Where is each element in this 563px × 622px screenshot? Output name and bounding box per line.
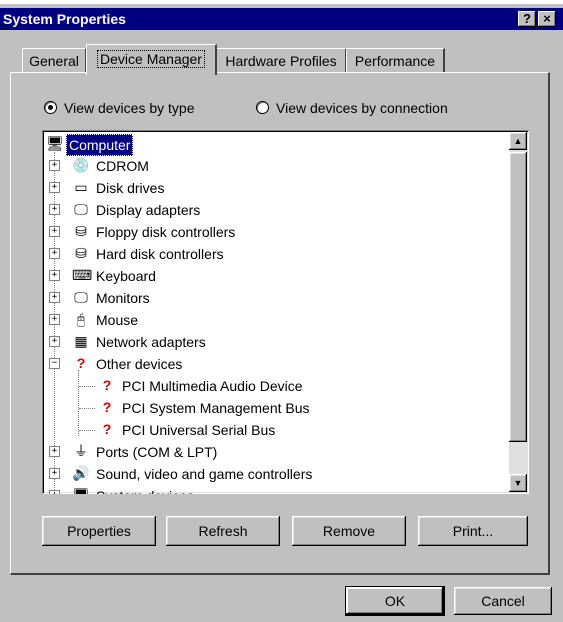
unknown-device-icon: ? bbox=[102, 399, 112, 415]
unknown-device-icon: ? bbox=[102, 377, 112, 393]
cdrom-icon: 💿 bbox=[72, 157, 90, 173]
tree-item-label: System devices bbox=[94, 486, 196, 494]
tab-device-manager[interactable]: Device Manager bbox=[86, 44, 217, 75]
tree-item-pci-usb[interactable]: ? PCI Universal Serial Bus bbox=[42, 419, 502, 441]
vertical-scrollbar[interactable]: ▲ ▼ bbox=[509, 132, 527, 492]
hard-disk-controller-icon: ⛁ bbox=[75, 245, 87, 261]
radio-selected-icon bbox=[44, 101, 57, 114]
expand-icon[interactable]: + bbox=[49, 204, 60, 215]
tree-item-label: Hard disk controllers bbox=[96, 246, 224, 262]
help-button[interactable]: ? bbox=[518, 11, 536, 27]
tab-hardware-profiles[interactable]: Hardware Profiles bbox=[216, 48, 347, 73]
tree-item-disk-drives[interactable]: + ▭ Disk drives bbox=[42, 177, 502, 199]
properties-button[interactable]: Properties bbox=[42, 516, 156, 546]
window-title: System Properties bbox=[3, 11, 126, 27]
scroll-thumb[interactable] bbox=[509, 152, 527, 442]
tree-item-label: Network adapters bbox=[96, 334, 206, 350]
floppy-controller-icon: ⛁ bbox=[75, 223, 87, 239]
tree-item-monitors[interactable]: + 🖵 Monitors bbox=[42, 287, 502, 309]
tree-item-label: Display adapters bbox=[96, 202, 201, 218]
tree-item-label: Floppy disk controllers bbox=[96, 224, 236, 240]
tree-connector bbox=[79, 408, 95, 409]
tree-item-label: Mouse bbox=[96, 312, 139, 328]
system-device-icon: 🖥 bbox=[72, 486, 90, 494]
tree-item-label: Sound, video and game controllers bbox=[96, 466, 313, 482]
print-button[interactable]: Print... bbox=[418, 516, 528, 546]
tree-item-display-adapters[interactable]: + 🖵 Display adapters bbox=[42, 199, 502, 221]
tree-connector bbox=[79, 386, 95, 387]
tree-item-label: PCI Multimedia Audio Device bbox=[122, 378, 303, 394]
tree-item-floppy[interactable]: + ⛁ Floppy disk controllers bbox=[42, 221, 502, 243]
unknown-device-icon: ? bbox=[76, 355, 86, 371]
tree-item-label: Monitors bbox=[96, 290, 150, 306]
tree-root-computer[interactable]: 🖥 Computer bbox=[42, 133, 502, 156]
network-adapter-icon: ▦ bbox=[74, 333, 88, 349]
tree-item-ports[interactable]: + ⏚ Ports (COM & LPT) bbox=[42, 441, 502, 463]
cancel-button[interactable]: Cancel bbox=[454, 587, 552, 615]
view-by-connection-label: View devices by connection bbox=[276, 100, 448, 116]
expand-icon[interactable]: + bbox=[49, 270, 60, 281]
view-by-type-label: View devices by type bbox=[64, 100, 195, 116]
tree-root-label: Computer bbox=[66, 134, 134, 156]
expand-icon[interactable]: + bbox=[49, 226, 60, 237]
tree-item-label: Keyboard bbox=[96, 268, 156, 284]
scroll-up-arrow-icon[interactable]: ▲ bbox=[509, 132, 527, 150]
expand-icon[interactable]: + bbox=[49, 490, 60, 494]
tree-item-pci-audio[interactable]: ? PCI Multimedia Audio Device bbox=[42, 375, 502, 397]
device-tree[interactable]: 🖥 Computer + 💿 CDROM + ▭ Disk drives + 🖵… bbox=[42, 130, 529, 494]
expand-icon[interactable]: + bbox=[49, 160, 60, 171]
sound-icon: 🔊 bbox=[72, 465, 90, 481]
tree-item-keyboard[interactable]: + ⌨ Keyboard bbox=[42, 265, 502, 287]
expand-icon[interactable]: + bbox=[49, 182, 60, 193]
ok-button[interactable]: OK bbox=[346, 587, 444, 615]
port-icon: ⏚ bbox=[74, 443, 88, 459]
display-icon: 🖵 bbox=[74, 201, 88, 217]
keyboard-icon: ⌨ bbox=[72, 267, 93, 283]
tree-item-mouse[interactable]: + 🖰 Mouse bbox=[42, 309, 502, 331]
tree-item-label: Ports (COM & LPT) bbox=[96, 444, 218, 460]
expand-icon[interactable]: + bbox=[49, 314, 60, 325]
tree-item-pci-smbus[interactable]: ? PCI System Management Bus bbox=[42, 397, 502, 419]
mouse-icon: 🖰 bbox=[76, 311, 86, 327]
tree-item-sound[interactable]: + 🔊 Sound, video and game controllers bbox=[42, 463, 502, 485]
tree-item-label: Other devices bbox=[96, 356, 183, 372]
tab-device-manager-label: Device Manager bbox=[97, 50, 205, 68]
title-bar[interactable]: System Properties ? × bbox=[0, 8, 563, 30]
tree-connector bbox=[79, 430, 95, 431]
computer-icon: 🖥 bbox=[46, 135, 64, 151]
close-button[interactable]: × bbox=[538, 11, 556, 27]
tree-item-other-devices[interactable]: − ? Other devices bbox=[42, 353, 502, 375]
tab-general[interactable]: General bbox=[22, 48, 87, 73]
disk-drive-icon: ▭ bbox=[74, 179, 88, 195]
expand-icon[interactable]: + bbox=[49, 292, 60, 303]
remove-button[interactable]: Remove bbox=[292, 516, 406, 546]
expand-icon[interactable]: + bbox=[49, 446, 60, 457]
tree-item-system-devices[interactable]: + 🖥 System devices bbox=[42, 485, 502, 494]
expand-icon[interactable]: + bbox=[49, 468, 60, 479]
refresh-button[interactable]: Refresh bbox=[166, 516, 280, 546]
monitor-icon: 🖵 bbox=[74, 289, 88, 305]
tree-item-label: PCI System Management Bus bbox=[122, 400, 310, 416]
tab-performance[interactable]: Performance bbox=[346, 48, 445, 73]
collapse-icon[interactable]: − bbox=[49, 358, 60, 369]
expand-icon[interactable]: + bbox=[49, 248, 60, 259]
scroll-down-arrow-icon[interactable]: ▼ bbox=[509, 474, 527, 492]
expand-icon[interactable]: + bbox=[49, 336, 60, 347]
tree-item-cdrom[interactable]: + 💿 CDROM bbox=[42, 155, 502, 177]
tree-item-label: Disk drives bbox=[96, 180, 165, 196]
view-by-connection-radio[interactable]: View devices by connection bbox=[256, 98, 476, 118]
tree-item-network[interactable]: + ▦ Network adapters bbox=[42, 331, 502, 353]
radio-empty-icon bbox=[256, 101, 269, 114]
tree-item-label: PCI Universal Serial Bus bbox=[122, 422, 276, 438]
view-by-type-radio[interactable]: View devices by type bbox=[44, 98, 224, 118]
unknown-device-icon: ? bbox=[102, 421, 112, 437]
tree-item-hard-disk[interactable]: + ⛁ Hard disk controllers bbox=[42, 243, 502, 265]
tree-item-label: CDROM bbox=[96, 158, 149, 174]
